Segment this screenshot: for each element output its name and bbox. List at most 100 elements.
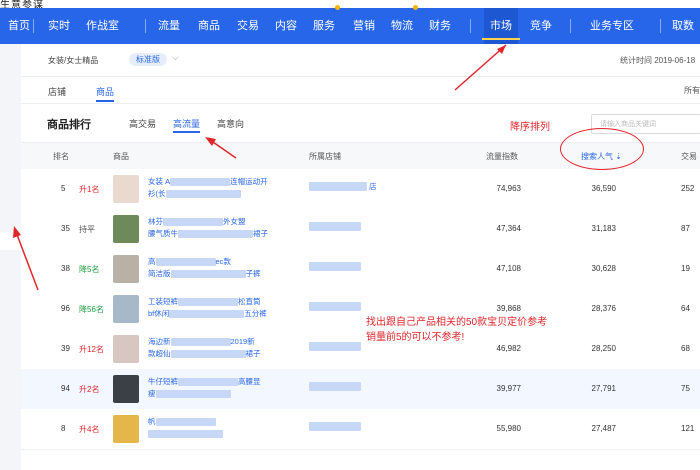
blurred-text [169, 310, 245, 319]
table-row[interactable]: 8 升4名 帆 55,980 27,487 121 [21, 409, 700, 450]
nav-market-label: 市场 [490, 20, 512, 32]
tab-product[interactable]: 商品 [96, 85, 115, 102]
stat-date: 统计时间 2019-06-18 [620, 56, 696, 65]
product-name-part: 海边新 [148, 337, 171, 346]
col-traffic-index[interactable]: 流量指数 [486, 151, 518, 162]
nav-divider [660, 19, 661, 33]
blurred-text [309, 382, 361, 391]
blurred-text [163, 218, 223, 227]
nav-trade[interactable]: 交易 [237, 8, 259, 44]
nav-service-label: 服务 [313, 20, 335, 32]
product-name-link[interactable]: 林芬 外女盟 腰气质牛 裙子 [148, 216, 288, 240]
rank-change: 升12名 [79, 345, 104, 354]
tab-high-intent[interactable]: 高意向 [217, 117, 244, 130]
shop-link[interactable] [309, 222, 399, 232]
nav-service[interactable]: 服务 [313, 5, 340, 44]
rank-value: 35 [61, 224, 70, 233]
tab-shop[interactable]: 店铺 [48, 85, 66, 98]
nav-divider [33, 19, 34, 33]
sidebar-item-selected[interactable] [0, 232, 21, 250]
product-name-link[interactable]: 女装 A 连帽运动开 衫(长 [148, 176, 288, 200]
nav-product[interactable]: 商品 [198, 8, 220, 44]
nav-logistics[interactable]: 物流 [391, 5, 418, 44]
product-name-link[interactable]: 高 ec款 简洁版 子裤 [148, 256, 288, 280]
nav-divider [145, 19, 146, 33]
shop-link[interactable] [309, 382, 399, 392]
blurred-text [309, 342, 361, 351]
table-row[interactable]: 38 降5名 高 ec款 简洁版 子裤 47,108 30,628 19 [21, 249, 700, 290]
active-underline [482, 38, 520, 40]
col-shop: 所属店铺 [309, 152, 341, 161]
table-row[interactable]: 5 升1名 女装 A 连帽运动开 衫(长 店 74,963 36,590 252 [21, 169, 700, 210]
traffic-index: 47,364 [496, 224, 521, 233]
search-popularity: 27,791 [591, 384, 616, 393]
product-thumbnail[interactable] [113, 175, 139, 203]
chevron-down-icon[interactable]: ⌵ [172, 52, 179, 63]
product-thumbnail[interactable] [113, 375, 139, 403]
blurred-text [309, 262, 361, 271]
tab-high-traffic[interactable]: 高流量 [173, 117, 201, 133]
product-thumbnail[interactable] [113, 295, 139, 323]
product-thumbnail[interactable] [113, 335, 139, 363]
product-name-link[interactable]: 帆 [148, 416, 288, 440]
nav-home[interactable]: 首页 [8, 8, 30, 44]
nav-competition[interactable]: 竞争 [530, 8, 552, 44]
shop-link[interactable] [309, 422, 399, 432]
annotation-note-1: 找出跟自己产品相关的50款宝贝定价参考 [366, 317, 548, 328]
sub-tabs: 店铺 商品 所有 [21, 77, 700, 104]
shop-link[interactable] [309, 262, 399, 272]
shop-link[interactable] [309, 342, 399, 352]
blurred-text [155, 258, 216, 267]
product-name-part: 2019新 [230, 337, 255, 346]
trade-value: 75 [681, 384, 690, 393]
nav-warroom[interactable]: 作战室 [86, 8, 119, 44]
blurred-text [309, 222, 361, 231]
shop-link[interactable] [309, 302, 399, 312]
product-name-link[interactable]: 工装短裤 松直筒 bf休闲 五分裤 [148, 296, 288, 320]
browser-strip: 生意参谋 [0, 0, 700, 11]
product-name-link[interactable]: 海边新 2019新款超仙 裙子 [148, 336, 288, 360]
product-name-part: 瘦 [148, 389, 156, 398]
product-thumbnail[interactable] [113, 415, 139, 443]
active-underline [96, 100, 115, 102]
category-breadcrumb[interactable]: 女装/女士精品 [48, 55, 98, 66]
table-row[interactable]: 35 持平 林芬 外女盟 腰气质牛 裙子 47,364 31,183 87 [21, 209, 700, 250]
col-trade[interactable]: 交易 [681, 151, 697, 162]
nav-logistics-label: 物流 [391, 20, 413, 32]
nav-realtime[interactable]: 实时 [48, 8, 70, 44]
nav-data-export[interactable]: 取数 [672, 8, 694, 44]
table-row[interactable]: 96 降56名 工装短裤 松直筒 bf休闲 五分裤 39,868 28,376 64 [21, 289, 700, 330]
table-row[interactable]: 39 升12名 海边新 2019新 款超仙 裙子 46,982 28,250 68 [21, 329, 700, 370]
product-name-part: 腰气质牛 [148, 229, 178, 238]
nav-traffic[interactable]: 流量 [158, 8, 180, 44]
nav-marketing[interactable]: 营销 [353, 8, 375, 44]
nav-divider [570, 19, 571, 33]
nav-business-zone[interactable]: 业务专区 [590, 8, 634, 44]
table-row[interactable]: 94 升2名 牛仔短裤 高腰显瘦 39,977 27,791 75 [21, 369, 700, 410]
blurred-text [155, 418, 216, 427]
product-thumbnail[interactable] [113, 215, 139, 243]
traffic-index: 39,977 [496, 384, 521, 393]
product-name-part: 款超仙 [148, 349, 171, 358]
blurred-text [170, 350, 246, 359]
nav-market[interactable]: 市场 [482, 8, 520, 44]
new-dot-icon [413, 5, 418, 10]
nav-finance[interactable]: 财务 [429, 8, 451, 44]
product-name-part: 林芬 [148, 217, 163, 226]
annotation-note-2: 销量前5的可以不参考! [366, 332, 465, 343]
product-name-link[interactable]: 牛仔短裤 高腰显瘦 [148, 376, 288, 400]
active-underline [173, 131, 201, 133]
blurred-text [178, 378, 238, 387]
product-name-part: 连帽运动开 [230, 177, 268, 186]
search-popularity: 27,487 [591, 424, 616, 433]
product-name-part: bf休闲 [148, 309, 170, 318]
all-filter[interactable]: 所有 [684, 85, 700, 96]
blurred-text [178, 230, 253, 239]
product-thumbnail[interactable] [113, 255, 139, 283]
tab-high-trade[interactable]: 高交易 [129, 117, 156, 130]
nav-content[interactable]: 内容 [275, 8, 297, 44]
product-name-part: 子裤 [245, 269, 261, 278]
rank-change: 持平 [79, 225, 95, 234]
product-name-part: 裙子 [245, 349, 261, 358]
shop-link[interactable]: 店 [309, 182, 399, 192]
